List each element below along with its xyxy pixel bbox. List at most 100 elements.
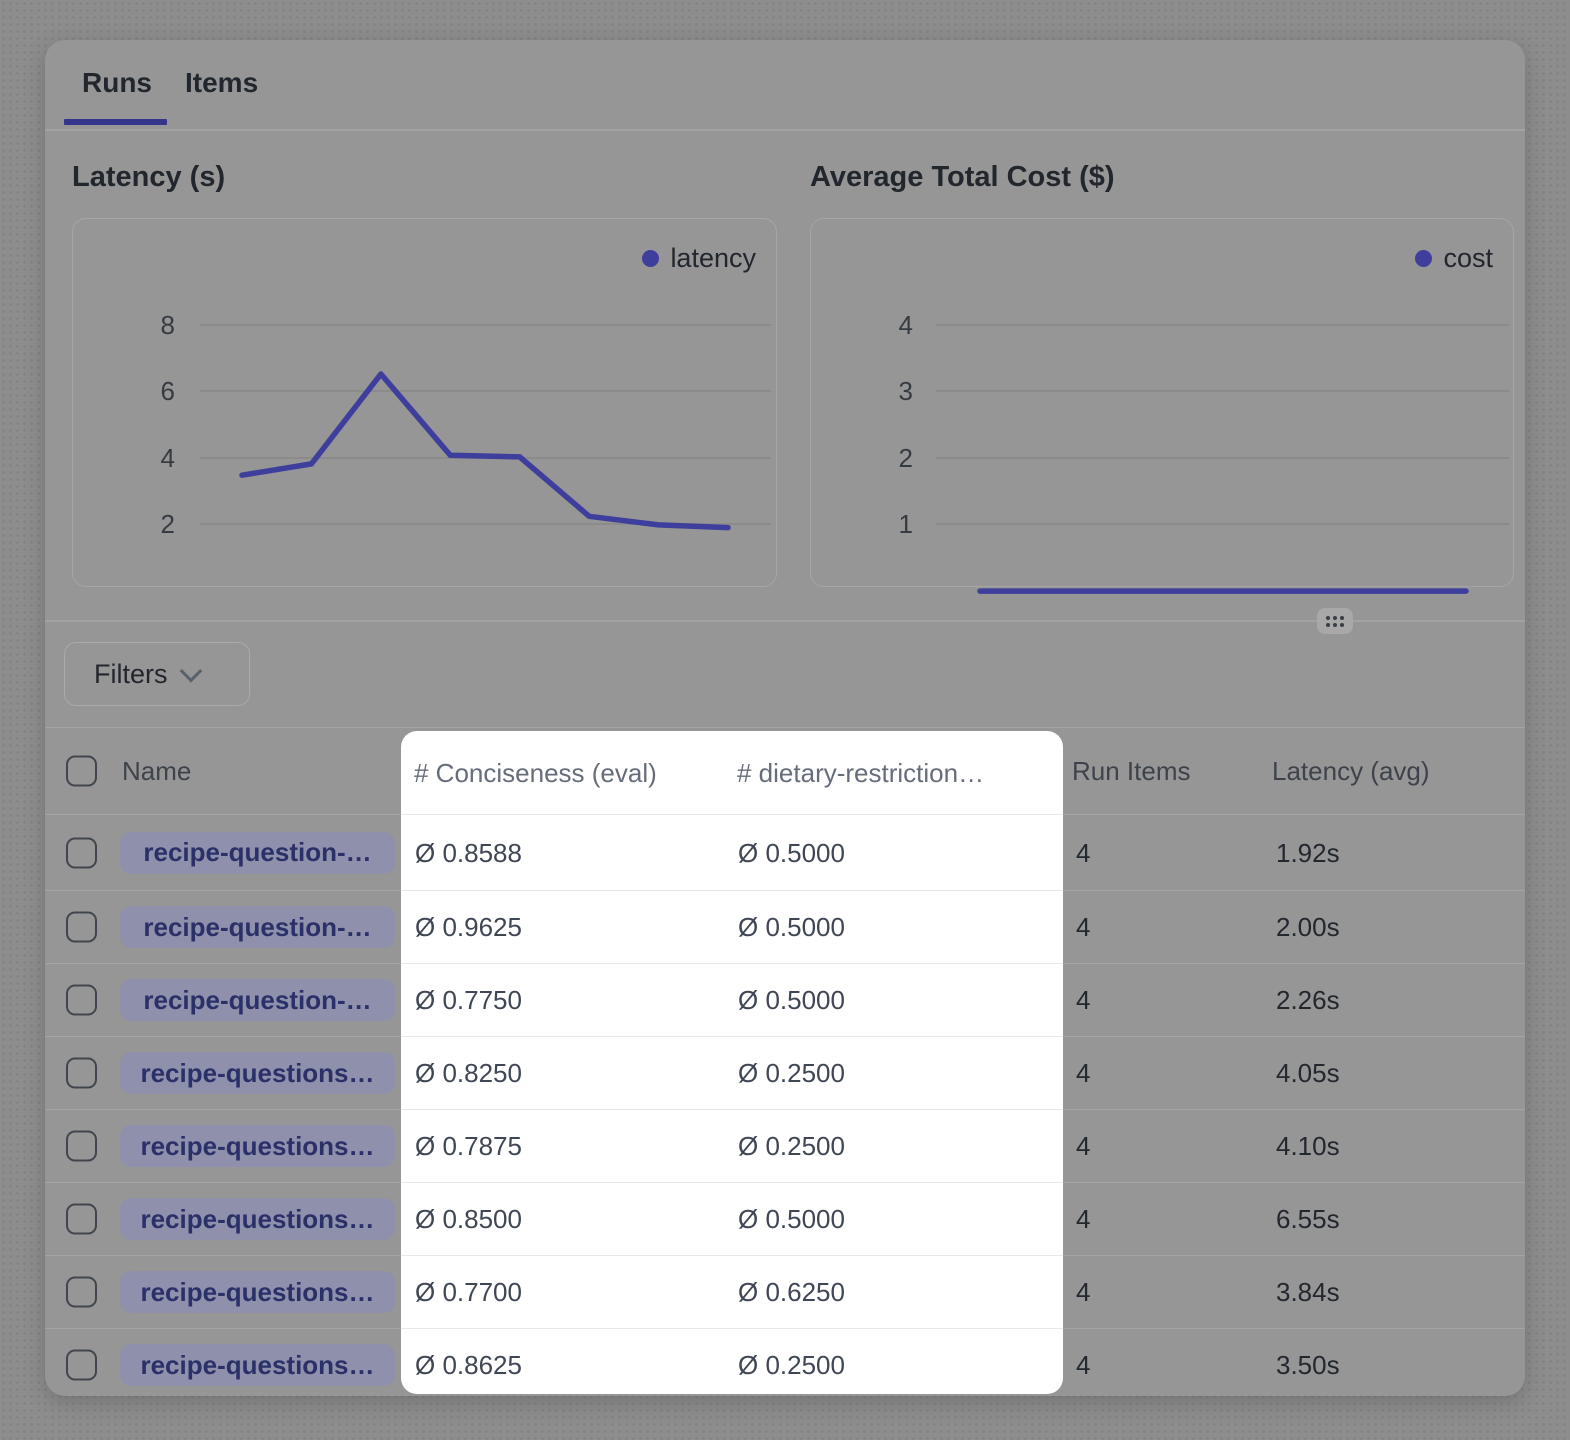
dietary-score-cell: Ø 0.5000 xyxy=(738,912,845,942)
conciseness-score-cell: Ø 0.8250 xyxy=(415,1058,522,1088)
run-name-badge[interactable]: recipe-questions… xyxy=(120,1271,395,1313)
drag-handle-icon xyxy=(1326,616,1344,627)
conciseness-score-cell: Ø 0.9625 xyxy=(415,912,522,942)
runs-panel: Runs Items Latency (s) Average Total Cos… xyxy=(45,40,1525,1396)
spotlight-row: Ø 0.9625 Ø 0.5000 xyxy=(401,891,1063,964)
run-items-cell: 4 xyxy=(1076,1204,1090,1234)
column-header-latency-avg[interactable]: Latency (avg) xyxy=(1272,756,1430,786)
legend-label: latency xyxy=(670,243,756,273)
run-name-badge[interactable]: recipe-questions… xyxy=(120,1125,395,1167)
dietary-score-cell: Ø 0.2500 xyxy=(738,1131,845,1161)
run-items-cell: 4 xyxy=(1076,838,1090,868)
highlighted-score-columns: # Conciseness (eval) # dietary-restricti… xyxy=(401,731,1063,1394)
tab-items[interactable]: Items xyxy=(185,66,258,100)
conciseness-score-cell: Ø 0.7750 xyxy=(415,985,522,1015)
column-header-run-items[interactable]: Run Items xyxy=(1072,756,1191,786)
conciseness-score-cell: Ø 0.8588 xyxy=(415,838,522,868)
latency-chart: 8 6 4 2 latency xyxy=(72,218,777,587)
spotlight-body: Ø 0.8588 Ø 0.5000 Ø 0.9625 Ø 0.5000 Ø 0.… xyxy=(401,815,1063,1396)
conciseness-score-cell: Ø 0.7700 xyxy=(415,1277,522,1307)
gridline xyxy=(200,523,771,525)
run-name-badge[interactable]: recipe-questions… xyxy=(120,1344,395,1386)
row-checkbox[interactable] xyxy=(66,1204,97,1235)
cost-legend: cost xyxy=(1415,243,1493,273)
run-name-badge[interactable]: recipe-question-… xyxy=(120,832,395,874)
conciseness-score-cell: Ø 0.8625 xyxy=(415,1350,522,1380)
select-all-checkbox[interactable] xyxy=(66,756,97,787)
row-checkbox[interactable] xyxy=(66,1277,97,1308)
tabs-divider xyxy=(45,129,1525,131)
legend-dot-icon xyxy=(642,250,659,267)
y-tick-label: 6 xyxy=(113,375,175,407)
row-checkbox[interactable] xyxy=(66,1058,97,1089)
latency-cell: 3.84s xyxy=(1276,1277,1340,1307)
column-header-conciseness[interactable]: # Conciseness (eval) xyxy=(414,758,657,788)
dietary-score-cell: Ø 0.2500 xyxy=(738,1350,845,1380)
row-checkbox[interactable] xyxy=(66,837,97,868)
legend-dot-icon xyxy=(1415,250,1432,267)
run-items-cell: 4 xyxy=(1076,1277,1090,1307)
section-divider xyxy=(45,620,1525,622)
column-header-name[interactable]: Name xyxy=(122,756,191,786)
gridline xyxy=(200,390,771,392)
run-items-cell: 4 xyxy=(1076,1058,1090,1088)
latency-cell: 3.50s xyxy=(1276,1350,1340,1380)
active-tab-indicator xyxy=(64,119,167,125)
latency-chart-title: Latency (s) xyxy=(72,160,225,194)
spotlight-row: Ø 0.7750 Ø 0.5000 xyxy=(401,964,1063,1037)
conciseness-score-cell: Ø 0.8500 xyxy=(415,1204,522,1234)
conciseness-score-cell: Ø 0.7875 xyxy=(415,1131,522,1161)
run-items-cell: 4 xyxy=(1076,1131,1090,1161)
spotlight-header: # Conciseness (eval) # dietary-restricti… xyxy=(401,731,1063,815)
row-checkbox[interactable] xyxy=(66,1350,97,1381)
latency-cell: 4.05s xyxy=(1276,1058,1340,1088)
dietary-score-cell: Ø 0.5000 xyxy=(738,838,845,868)
latency-cell: 2.00s xyxy=(1276,912,1340,942)
spotlight-row: Ø 0.7700 Ø 0.6250 xyxy=(401,1256,1063,1329)
y-tick-label: 2 xyxy=(851,442,913,474)
spotlight-row: Ø 0.7875 Ø 0.2500 xyxy=(401,1110,1063,1183)
legend-label: cost xyxy=(1443,243,1493,273)
dietary-score-cell: Ø 0.6250 xyxy=(738,1277,845,1307)
run-name-badge[interactable]: recipe-question-… xyxy=(120,906,395,948)
filters-button-label: Filters xyxy=(94,659,168,689)
spotlight-row: Ø 0.8250 Ø 0.2500 xyxy=(401,1037,1063,1110)
gridline xyxy=(936,523,1509,525)
gridline xyxy=(936,457,1509,459)
run-name-badge[interactable]: recipe-questions… xyxy=(120,1052,395,1094)
latency-cell: 4.10s xyxy=(1276,1131,1340,1161)
gridline xyxy=(200,457,771,459)
row-checkbox[interactable] xyxy=(66,1131,97,1162)
panel-resize-handle[interactable] xyxy=(1317,608,1353,634)
dietary-score-cell: Ø 0.2500 xyxy=(738,1058,845,1088)
latency-cell: 2.26s xyxy=(1276,985,1340,1015)
y-tick-label: 4 xyxy=(851,309,913,341)
run-items-cell: 4 xyxy=(1076,912,1090,942)
dietary-score-cell: Ø 0.5000 xyxy=(738,1204,845,1234)
gridline xyxy=(200,324,771,326)
cost-chart-title: Average Total Cost ($) xyxy=(810,160,1115,194)
y-tick-label: 2 xyxy=(113,508,175,540)
y-tick-label: 8 xyxy=(113,309,175,341)
run-items-cell: 4 xyxy=(1076,985,1090,1015)
row-checkbox[interactable] xyxy=(66,985,97,1016)
spotlight-row: Ø 0.8625 Ø 0.2500 xyxy=(401,1329,1063,1396)
dietary-score-cell: Ø 0.5000 xyxy=(738,985,845,1015)
cost-chart: 4 3 2 1 cost xyxy=(810,218,1514,587)
column-header-dietary-restriction[interactable]: # dietary-restriction… xyxy=(737,758,984,788)
gridline xyxy=(936,390,1509,392)
filters-button[interactable]: Filters xyxy=(64,642,250,706)
y-tick-label: 4 xyxy=(113,442,175,474)
y-tick-label: 1 xyxy=(851,508,913,540)
spotlight-row: Ø 0.8588 Ø 0.5000 xyxy=(401,815,1063,891)
gridline xyxy=(936,324,1509,326)
y-tick-label: 3 xyxy=(851,375,913,407)
run-name-badge[interactable]: recipe-question-… xyxy=(120,979,395,1021)
run-items-cell: 4 xyxy=(1076,1350,1090,1380)
spotlight-row: Ø 0.8500 Ø 0.5000 xyxy=(401,1183,1063,1256)
tab-runs[interactable]: Runs xyxy=(82,66,152,100)
latency-cell: 6.55s xyxy=(1276,1204,1340,1234)
run-name-badge[interactable]: recipe-questions… xyxy=(120,1198,395,1240)
row-checkbox[interactable] xyxy=(66,912,97,943)
latency-cell: 1.92s xyxy=(1276,838,1340,868)
